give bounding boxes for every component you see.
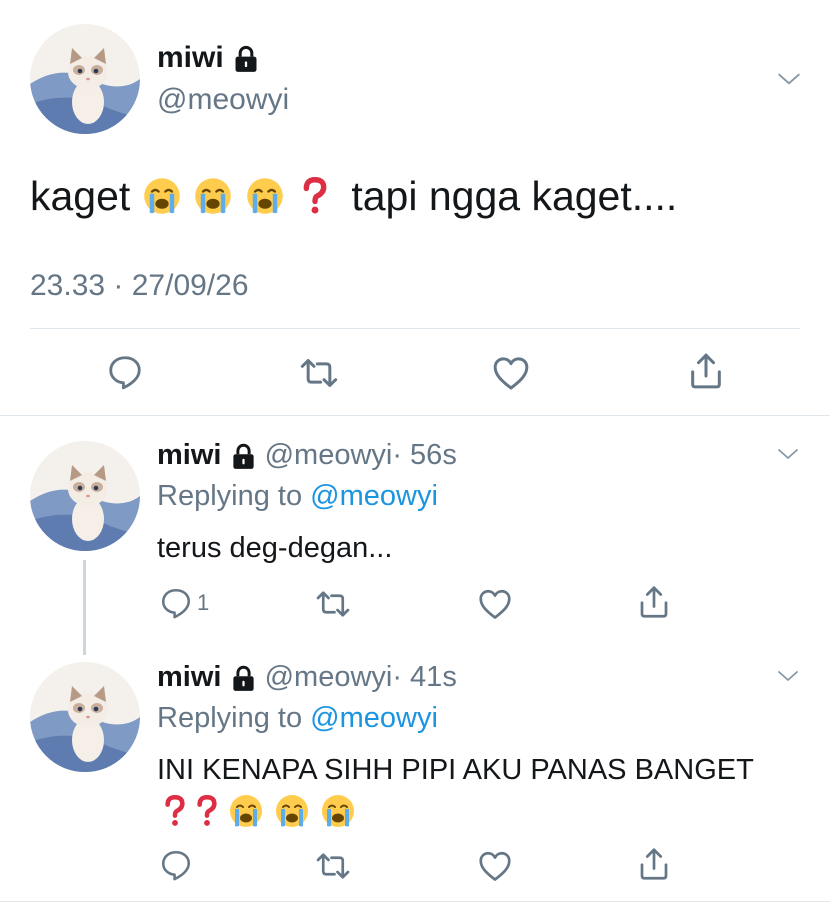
share-icon[interactable] (636, 846, 672, 882)
main-tweet-text: kaget tapi ngga kaget.... (30, 172, 677, 226)
reply-handle[interactable]: @meowyi (265, 661, 393, 693)
replying-to-label: Replying to (157, 702, 303, 734)
chevron-down-icon[interactable] (776, 664, 800, 688)
reply-emoji-row (164, 793, 356, 834)
reply-icon[interactable] (106, 353, 144, 391)
question-mark-emoji (164, 793, 186, 834)
reply-icon[interactable] (159, 848, 193, 882)
reply-avatar[interactable] (30, 441, 140, 551)
like-icon[interactable] (477, 848, 513, 884)
chevron-down-icon[interactable] (776, 66, 802, 92)
crying-face-emoji (274, 793, 310, 834)
main-tweet-timestamp[interactable]: 23.33 · 27/09/26 (30, 268, 249, 304)
main-tweet-display-name[interactable]: miwi (157, 41, 224, 74)
replying-to-handle[interactable]: @meowyi (310, 702, 438, 734)
reply-display-name[interactable]: miwi (157, 439, 221, 471)
reply-header: miwi @meowyi· 41s (157, 659, 457, 701)
bottom-divider (0, 901, 830, 902)
reply-text: INI KENAPA SIHH PIPI AKU PANAS BANGET (157, 754, 754, 786)
divider (30, 328, 800, 329)
reply-handle[interactable]: @meowyi (265, 439, 393, 471)
replying-to-line: Replying to @meowyi (157, 700, 438, 736)
retweet-icon[interactable] (299, 353, 339, 393)
reply-display-name[interactable]: miwi (157, 661, 221, 693)
replying-to-handle[interactable]: @meowyi (310, 480, 438, 512)
main-tweet-handle[interactable]: @meowyi (157, 82, 289, 118)
like-icon[interactable] (477, 586, 513, 622)
share-icon[interactable] (686, 351, 726, 391)
main-tweet-name-row: miwi (157, 40, 260, 82)
replying-to-line: Replying to @meowyi (157, 478, 438, 514)
like-icon[interactable] (491, 353, 531, 393)
section-divider (0, 415, 830, 416)
question-mark-emoji (196, 793, 218, 834)
crying-face-emoji (245, 176, 285, 226)
crying-face-emoji (142, 176, 182, 226)
reply-text: terus deg-degan... (157, 532, 393, 564)
retweet-icon[interactable] (315, 586, 351, 622)
replying-to-label: Replying to (157, 480, 303, 512)
reply-time[interactable]: · 41s (392, 661, 456, 693)
main-tweet-avatar[interactable] (30, 24, 140, 134)
reply-time[interactable]: · 56s (392, 439, 456, 471)
reply-count: 1 (197, 590, 210, 615)
share-icon[interactable] (636, 584, 672, 620)
reply-header: miwi @meowyi· 56s (157, 437, 457, 479)
crying-face-emoji (228, 793, 264, 834)
lock-icon (230, 665, 257, 701)
reply-avatar[interactable] (30, 662, 140, 772)
crying-face-emoji (193, 176, 233, 226)
lock-icon (232, 45, 260, 82)
retweet-icon[interactable] (315, 848, 351, 884)
main-tweet-text-part1: kaget (30, 173, 131, 219)
reply-button[interactable]: 1 (159, 586, 209, 620)
main-tweet-text-part2: tapi ngga kaget.... (351, 173, 678, 219)
chevron-down-icon[interactable] (776, 442, 800, 466)
thread-line (83, 560, 86, 655)
question-mark-emoji (302, 176, 328, 226)
reply-icon (159, 586, 193, 620)
crying-face-emoji (320, 793, 356, 834)
lock-icon (230, 443, 257, 479)
